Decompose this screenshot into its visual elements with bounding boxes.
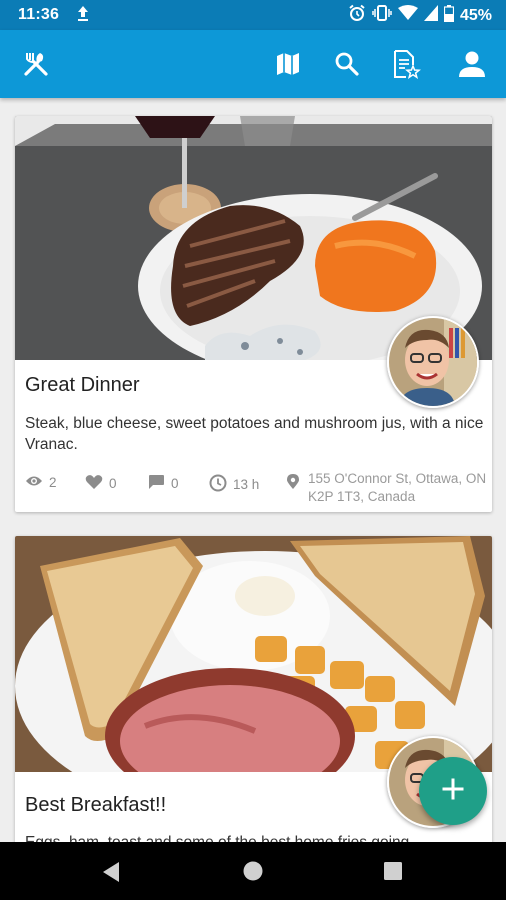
system-nav-bar (0, 842, 506, 900)
vibrate-icon (372, 4, 392, 27)
alarm-icon (348, 4, 366, 27)
post-card[interactable]: Great Dinner Steak, blue cheese, sweet p… (15, 116, 492, 512)
plus-icon (442, 778, 464, 805)
map-icon[interactable] (272, 48, 304, 80)
comment-icon (147, 474, 165, 493)
author-avatar[interactable] (387, 316, 479, 408)
utensils-icon[interactable] (20, 48, 52, 80)
age-stat: 13 h (209, 474, 259, 495)
likes-count: 0 (109, 476, 117, 491)
post-description: Eggs, ham, toast and some of the best ho… (25, 832, 487, 842)
clock-icon (209, 474, 227, 495)
eye-icon (25, 474, 43, 491)
location-pin-icon (287, 474, 299, 490)
starred-list-icon[interactable] (390, 48, 422, 80)
status-time: 11:36 (18, 6, 60, 23)
profile-icon[interactable] (456, 48, 488, 80)
heart-icon (85, 474, 103, 493)
post-description: Steak, blue cheese, sweet potatoes and m… (25, 415, 484, 453)
post-title: Best Breakfast!! (25, 794, 167, 816)
comments-stat[interactable]: 0 (147, 474, 179, 493)
post-age: 13 h (233, 477, 260, 492)
home-icon[interactable] (242, 860, 264, 887)
add-post-button[interactable] (419, 757, 487, 825)
upload-icon (76, 4, 90, 27)
back-icon[interactable] (101, 861, 121, 888)
status-bar: 11:36 45% (0, 0, 506, 30)
app-bar (0, 30, 506, 98)
battery-icon (443, 4, 455, 27)
views-count: 2 (49, 475, 57, 490)
post-title: Great Dinner (25, 374, 140, 396)
feed: Great Dinner Steak, blue cheese, sweet p… (0, 98, 506, 842)
comments-count: 0 (171, 476, 179, 491)
post-address[interactable]: 155 O'Connor St, Ottawa, ON K2P 1T3, Can… (308, 470, 493, 506)
views-stat: 2 (25, 474, 57, 491)
battery-percent: 45% (459, 6, 492, 24)
wifi-icon (397, 5, 418, 26)
signal-icon (423, 5, 438, 26)
post-stats: 2 0 0 13 h 155 O'Connor St, Ottawa, ON K… (25, 471, 487, 508)
search-icon[interactable] (331, 48, 363, 80)
likes-stat[interactable]: 0 (85, 474, 117, 493)
recents-icon[interactable] (384, 862, 402, 885)
